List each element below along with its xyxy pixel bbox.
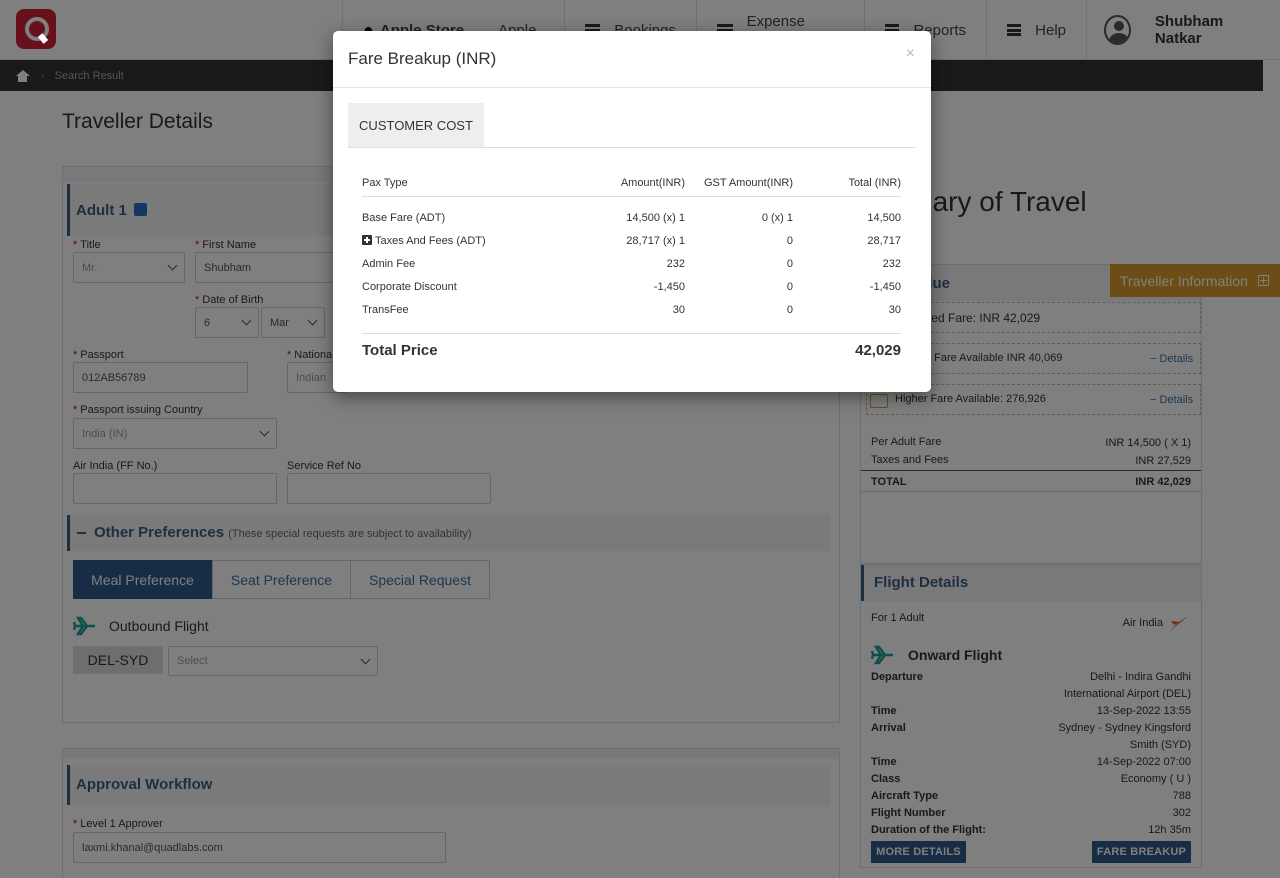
- col-amount: Amount(INR): [562, 170, 685, 197]
- total-price-row: Total Price 42,029: [362, 333, 901, 364]
- table-row: Taxes And Fees (ADT) 28,717 (x) 1 0 28,7…: [362, 229, 901, 252]
- total-price-label: Total Price: [362, 333, 562, 364]
- expand-plus-icon[interactable]: [362, 234, 372, 245]
- close-icon[interactable]: ×: [906, 45, 915, 63]
- table-row: TransFee 30 0 30: [362, 304, 901, 317]
- fare-breakup-modal: Fare Breakup (INR) × CUSTOMER COST Pax T…: [333, 31, 931, 392]
- total-price-value: 42,029: [793, 333, 901, 364]
- modal-header: Fare Breakup (INR) ×: [333, 31, 931, 88]
- col-pax-type: Pax Type: [362, 170, 562, 197]
- col-gst-amount: GST Amount(INR): [685, 170, 793, 197]
- table-row: Corporate Discount -1,450 0 -1,450: [362, 280, 901, 293]
- fare-breakup-table: Pax Type Amount(INR) GST Amount(INR) Tot…: [362, 170, 901, 364]
- tab-customer-cost[interactable]: CUSTOMER COST: [348, 103, 484, 147]
- table-row: Base Fare (ADT) 14,500 (x) 1 0 (x) 1 14,…: [362, 211, 901, 224]
- modal-title: Fare Breakup (INR): [348, 49, 497, 68]
- col-total: Total (INR): [793, 170, 901, 197]
- table-header-row: Pax Type Amount(INR) GST Amount(INR) Tot…: [362, 170, 901, 197]
- table-row: Admin Fee 232 0 232: [362, 257, 901, 270]
